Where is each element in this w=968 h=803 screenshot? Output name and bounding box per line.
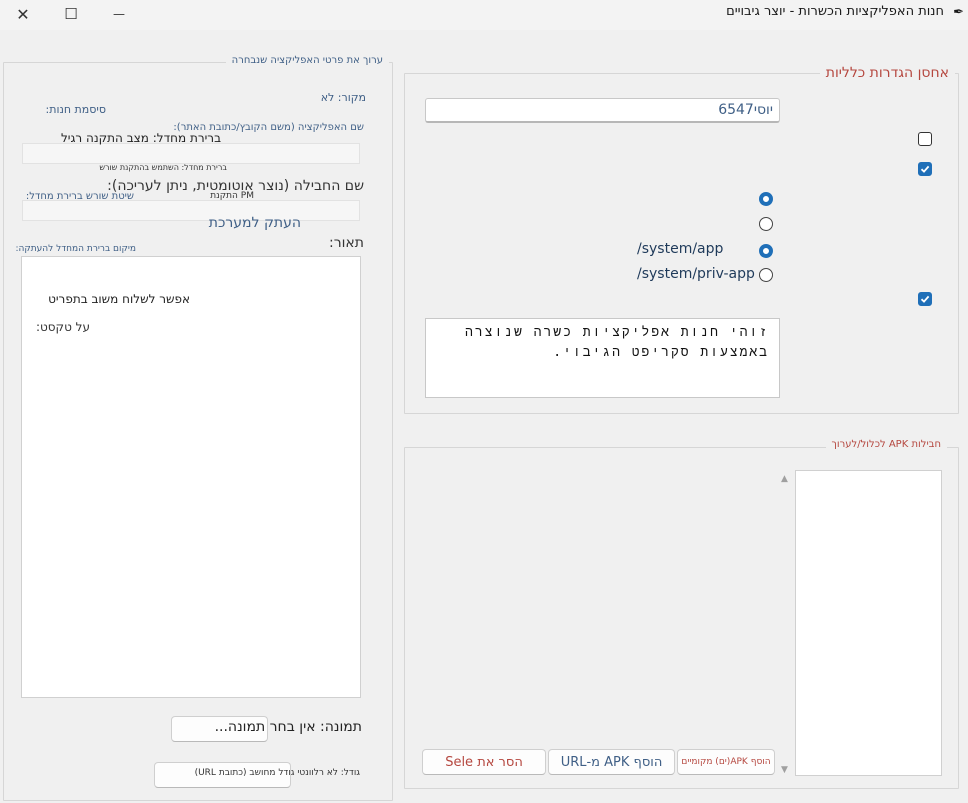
feather-icon: ✒ <box>953 5 964 20</box>
about-text-label: על טקסט: <box>35 320 90 334</box>
copy-location-label: מיקום ברירת המחדל להעתקה: <box>15 244 136 254</box>
default-root-install-label: ברירת מחדל: השתמש בהתקנת שורש <box>99 163 227 172</box>
add-local-apk-button[interactable]: הוסף APK(ים) מקומיים <box>677 749 775 775</box>
about-text-textarea[interactable]: זוהי חנות אפליקציות כשרה שנוצרה באמצעות … <box>425 318 780 398</box>
apk-listbox[interactable] <box>795 470 942 776</box>
method-pm-radio[interactable] <box>759 192 773 206</box>
scroll-down-icon[interactable]: ▼ <box>781 765 788 775</box>
size-label: גודל: לא רלוונטי גודל מחושב (כתובת URL) <box>194 768 360 778</box>
store-password-value: יוסי6547 <box>718 102 773 118</box>
checkmark-icon <box>920 165 930 173</box>
source-label: מקור: לא <box>320 91 366 104</box>
default-normal-install-label: ברירת מחדל: מצב התקנה רגיל <box>60 131 221 145</box>
minimize-icon[interactable]: — <box>96 0 142 28</box>
apk-legend: חבילות APK לכלול/לערוך <box>825 439 947 450</box>
close-icon[interactable]: ✕ <box>0 0 46 28</box>
checkmark-icon <box>920 295 930 303</box>
package-name-input[interactable] <box>22 200 360 221</box>
title-bar: ✒ חנות האפליקציות הכשרות - יוצר גיבויים … <box>0 0 968 30</box>
loc-app-radio[interactable] <box>759 244 773 258</box>
maximize-icon[interactable]: ☐ <box>48 0 94 28</box>
window-title: חנות האפליקציות הכשרות - יוצר גיבויים <box>726 4 944 19</box>
allow-feedback-label: אפשר לשלוח משוב בתפריט <box>48 292 190 306</box>
method-copy-radio[interactable] <box>759 217 773 231</box>
store-password-input[interactable]: יוסי6547 <box>425 98 780 123</box>
image-label: תמונה: אין בחר תמונה... <box>214 719 362 735</box>
add-apk-url-button[interactable]: הוסף APK מ-URL <box>548 749 675 775</box>
details-legend: ערוך את פרטי האפליקציה שנבחרה <box>225 55 389 66</box>
scroll-up-icon[interactable]: ▲ <box>781 474 788 484</box>
default-root-method-label: שיטת שורש ברירת מחדל: <box>25 191 134 202</box>
default-root-install-checkbox[interactable] <box>918 162 932 176</box>
method-pm-label: PM התקנת <box>210 191 254 201</box>
description-label: תאור: <box>329 235 364 251</box>
allow-feedback-checkbox[interactable] <box>918 292 932 306</box>
general-legend: אחסן הגדרות כלליות <box>819 65 955 81</box>
loc-priv-label: /system/priv-app <box>637 266 755 282</box>
method-copy-label: העתק למערכת <box>208 215 301 231</box>
remove-selected-button[interactable]: הסר את Sele <box>422 749 546 775</box>
store-password-label: סיסמת חנות: <box>45 103 106 116</box>
loc-priv-radio[interactable] <box>759 268 773 282</box>
about-text-value: זוהי חנות אפליקציות כשרה שנוצרה באמצעות … <box>465 325 769 360</box>
loc-app-label: /system/app <box>637 241 724 257</box>
app-name-input[interactable] <box>22 143 360 164</box>
default-normal-install-checkbox[interactable] <box>918 132 932 146</box>
